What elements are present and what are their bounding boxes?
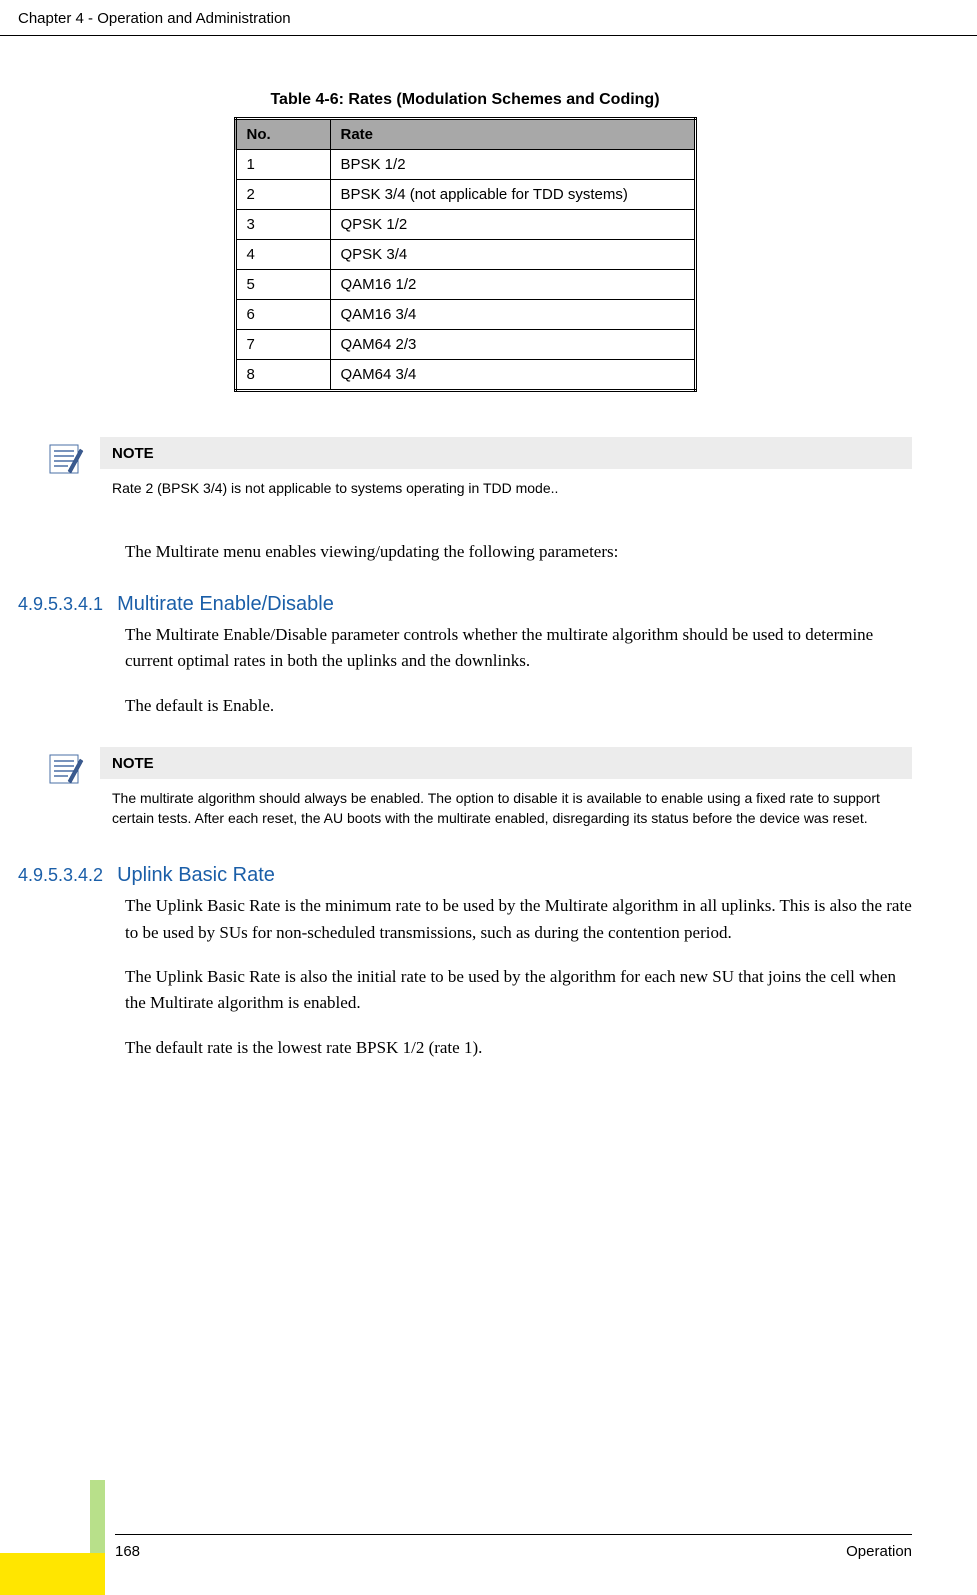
cell-no: 1 — [235, 150, 330, 180]
page-footer: 168 Operation — [0, 1534, 977, 1560]
section-title: Uplink Basic Rate — [117, 864, 275, 887]
cell-no: 5 — [235, 270, 330, 300]
cell-rate: BPSK 3/4 (not applicable for TDD systems… — [330, 180, 695, 210]
table-header-no: No. — [235, 119, 330, 150]
rates-table-container: No. Rate 1BPSK 1/2 2BPSK 3/4 (not applic… — [18, 117, 912, 392]
cell-no: 6 — [235, 300, 330, 330]
table-row: 7QAM64 2/3 — [235, 330, 695, 360]
table-row: 2BPSK 3/4 (not applicable for TDD system… — [235, 180, 695, 210]
note-block: NOTE Rate 2 (BPSK 3/4) is not applicable… — [46, 437, 912, 507]
cell-no: 3 — [235, 210, 330, 240]
section-heading: 4.9.5.3.4.2 Uplink Basic Rate — [18, 864, 912, 887]
body-paragraph: The default rate is the lowest rate BPSK… — [125, 1035, 912, 1061]
body-paragraph: The Uplink Basic Rate is the minimum rat… — [125, 893, 912, 946]
note-text: Rate 2 (BPSK 3/4) is not applicable to s… — [100, 469, 912, 507]
table-row: 8QAM64 3/4 — [235, 360, 695, 391]
note-title: NOTE — [100, 747, 912, 779]
note-icon — [46, 749, 86, 794]
table-header-rate: Rate — [330, 119, 695, 150]
cell-rate: QAM16 3/4 — [330, 300, 695, 330]
cell-no: 4 — [235, 240, 330, 270]
section-title: Multirate Enable/Disable — [117, 593, 334, 616]
cell-rate: QAM16 1/2 — [330, 270, 695, 300]
cell-no: 8 — [235, 360, 330, 391]
body-paragraph: The Multirate Enable/Disable parameter c… — [125, 622, 912, 675]
note-title: NOTE — [100, 437, 912, 469]
table-row: 3QPSK 1/2 — [235, 210, 695, 240]
body-paragraph: The default is Enable. — [125, 693, 912, 719]
body-paragraph: The Uplink Basic Rate is also the initia… — [125, 964, 912, 1017]
cell-rate: QPSK 3/4 — [330, 240, 695, 270]
table-caption: Table 4-6: Rates (Modulation Schemes and… — [18, 91, 912, 109]
cell-rate: QAM64 2/3 — [330, 330, 695, 360]
footer-label: Operation — [846, 1543, 912, 1560]
table-row: 6QAM16 3/4 — [235, 300, 695, 330]
cell-no: 7 — [235, 330, 330, 360]
table-row: 4QPSK 3/4 — [235, 240, 695, 270]
note-icon — [46, 439, 86, 484]
cell-rate: QPSK 1/2 — [330, 210, 695, 240]
section-number: 4.9.5.3.4.1 — [18, 594, 103, 615]
cell-rate: QAM64 3/4 — [330, 360, 695, 391]
note-block: NOTE The multirate algorithm should alwa… — [46, 747, 912, 836]
page-header: Chapter 4 - Operation and Administration — [0, 0, 977, 36]
table-row: 1BPSK 1/2 — [235, 150, 695, 180]
note-text: The multirate algorithm should always be… — [100, 779, 912, 836]
section-heading: 4.9.5.3.4.1 Multirate Enable/Disable — [18, 593, 912, 616]
cell-rate: BPSK 1/2 — [330, 150, 695, 180]
page-number: 168 — [115, 1543, 140, 1560]
table-row: 5QAM16 1/2 — [235, 270, 695, 300]
cell-no: 2 — [235, 180, 330, 210]
rates-table: No. Rate 1BPSK 1/2 2BPSK 3/4 (not applic… — [234, 117, 697, 392]
intro-paragraph: The Multirate menu enables viewing/updat… — [125, 539, 912, 565]
page-corner-decoration — [0, 1480, 105, 1595]
section-number: 4.9.5.3.4.2 — [18, 865, 103, 886]
